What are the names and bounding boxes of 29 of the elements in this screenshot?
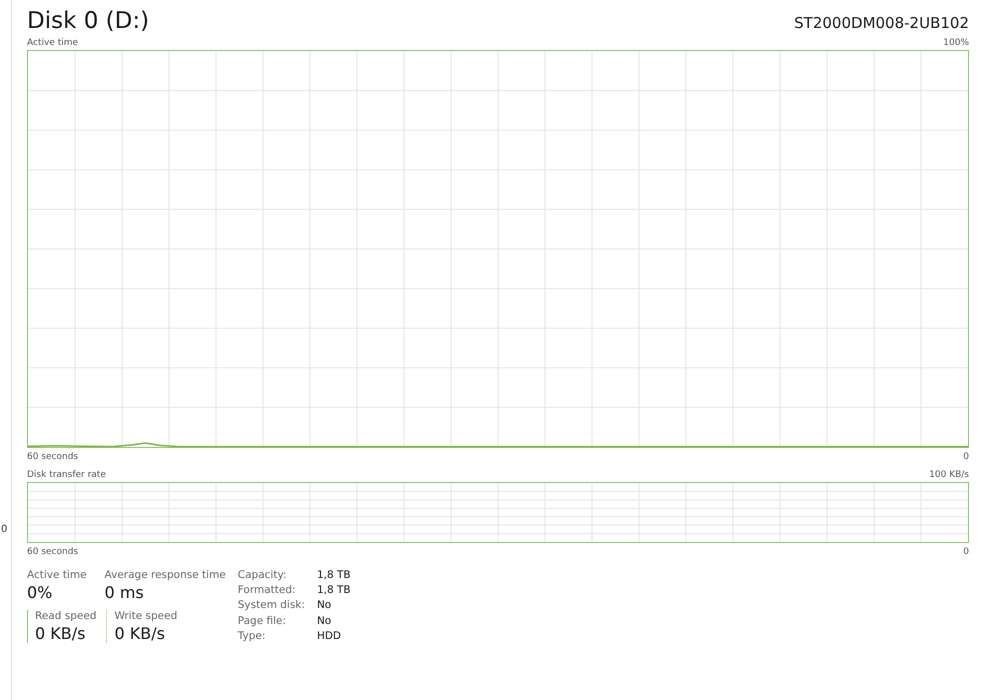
stat-label: Active time (27, 569, 87, 581)
axis-min-label: 0 (963, 452, 969, 462)
property-label: Page file: (238, 614, 288, 628)
sidebar-text: 0 (1, 524, 8, 535)
property-value: HDD (316, 630, 342, 643)
stat-value: 0% (27, 583, 54, 602)
disk-model: ST2000DM008-2UB102 (794, 14, 969, 32)
chart-title: Active time (27, 38, 78, 48)
stat-value: 0 KB/s (114, 624, 166, 643)
property-label: System disk: (238, 599, 305, 613)
property-label: Capacity: (238, 569, 288, 582)
axis-min-label: 0 (963, 547, 969, 557)
property-value: 1,8 TB (316, 584, 351, 598)
axis-max-label: 100 KB/s (929, 470, 969, 480)
stat-label: Read speed (35, 610, 96, 622)
chart-title: Disk transfer rate (27, 470, 106, 480)
stat-value: 0 ms (104, 583, 145, 602)
property-label: Type: (238, 630, 266, 643)
time-label: 60 seconds (27, 452, 78, 462)
axis-max-label: 100% (943, 38, 969, 48)
property-value: 1,8 TB (316, 569, 351, 582)
disk-title: Disk 0 (D:) (27, 8, 150, 34)
property-value: No (316, 614, 332, 628)
time-label: 60 seconds (27, 547, 78, 557)
stat-label: Write speed (114, 610, 178, 622)
property-label: Formatted: (238, 584, 297, 598)
property-value: No (316, 599, 332, 613)
stat-label: Average response time (104, 569, 226, 581)
stat-value: 0 KB/s (35, 624, 86, 643)
